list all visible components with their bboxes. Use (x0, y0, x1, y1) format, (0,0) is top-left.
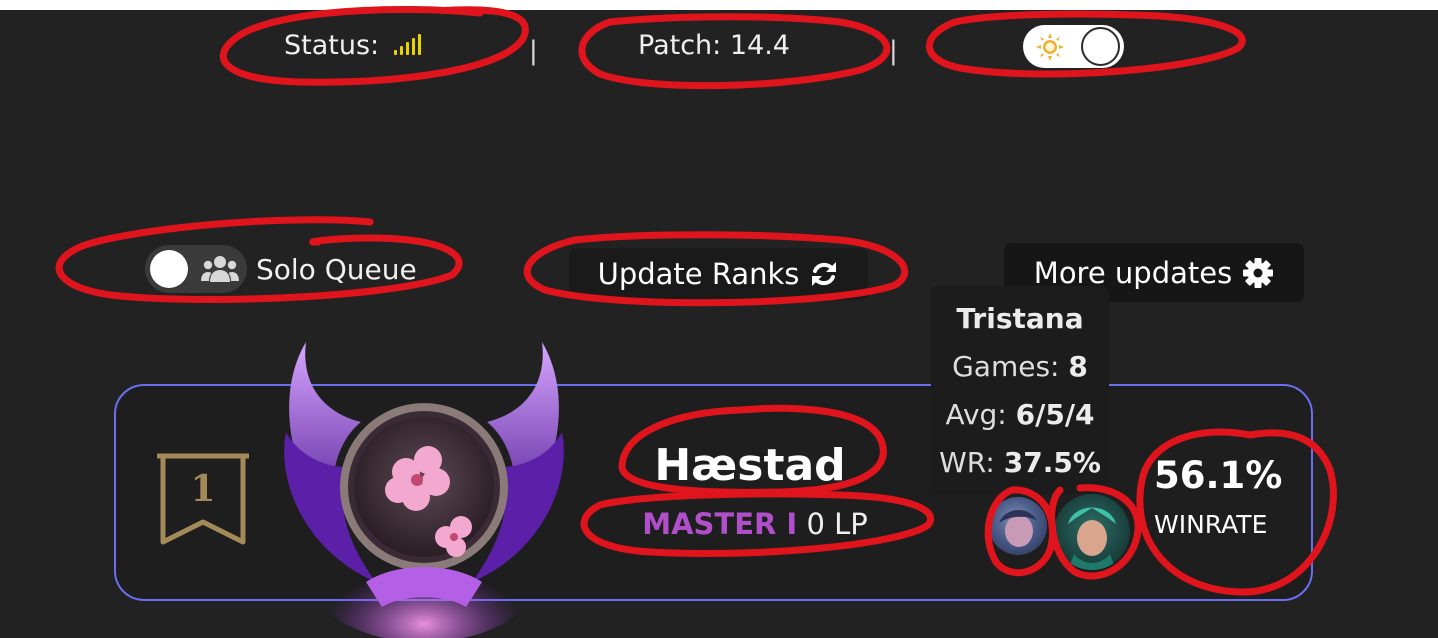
separator: | (529, 36, 538, 66)
status-label: Status: (284, 30, 380, 61)
tooltip-avg-value: 6/5/4 (1015, 398, 1095, 431)
tooltip-avg-label: Avg: (945, 398, 1016, 431)
master-rank-emblem (284, 342, 564, 638)
users-icon (201, 256, 239, 282)
queue-label: Solo Queue (256, 253, 417, 286)
update-ranks-button[interactable]: Update Ranks (569, 248, 868, 300)
top-border (0, 0, 1438, 10)
tooltip-games-label: Games: (952, 350, 1069, 383)
separator: | (889, 36, 898, 66)
update-ranks-label: Update Ranks (597, 257, 800, 291)
rank-tier: MASTER I (642, 507, 798, 541)
signal-bars-icon (393, 33, 421, 55)
gear-icon (1243, 257, 1274, 288)
champion-tooltip: Tristana Games: 8 Avg: 6/5/4 WR: 37.5% (931, 286, 1109, 494)
tooltip-champion: Tristana (956, 302, 1084, 335)
summoner-name[interactable]: Hæstad (610, 440, 890, 491)
sun-icon (1036, 33, 1064, 61)
toggle-knob (1081, 27, 1120, 66)
champion-portrait-icon[interactable] (989, 497, 1047, 555)
champion-portrait-icon[interactable] (1054, 494, 1130, 570)
patch-version: Patch: 14.4 (638, 30, 790, 61)
rank-line: MASTER I 0 LP (600, 507, 910, 541)
server-status: Status: (284, 30, 421, 61)
queue-toggle[interactable] (145, 245, 247, 293)
tooltip-games-value: 8 (1068, 350, 1088, 383)
league-points: 0 LP (806, 507, 868, 541)
theme-toggle[interactable] (1023, 25, 1124, 68)
more-updates-label: More updates (1033, 255, 1233, 290)
tooltip-wr-label: WR: (939, 446, 1004, 479)
refresh-icon (812, 262, 837, 286)
toggle-knob (150, 250, 188, 288)
winrate-label: WINRATE (1154, 510, 1268, 539)
leaderboard-position: 1 (190, 468, 216, 510)
winrate-value: 56.1% (1154, 454, 1283, 497)
tooltip-wr-value: 37.5% (1003, 446, 1101, 479)
